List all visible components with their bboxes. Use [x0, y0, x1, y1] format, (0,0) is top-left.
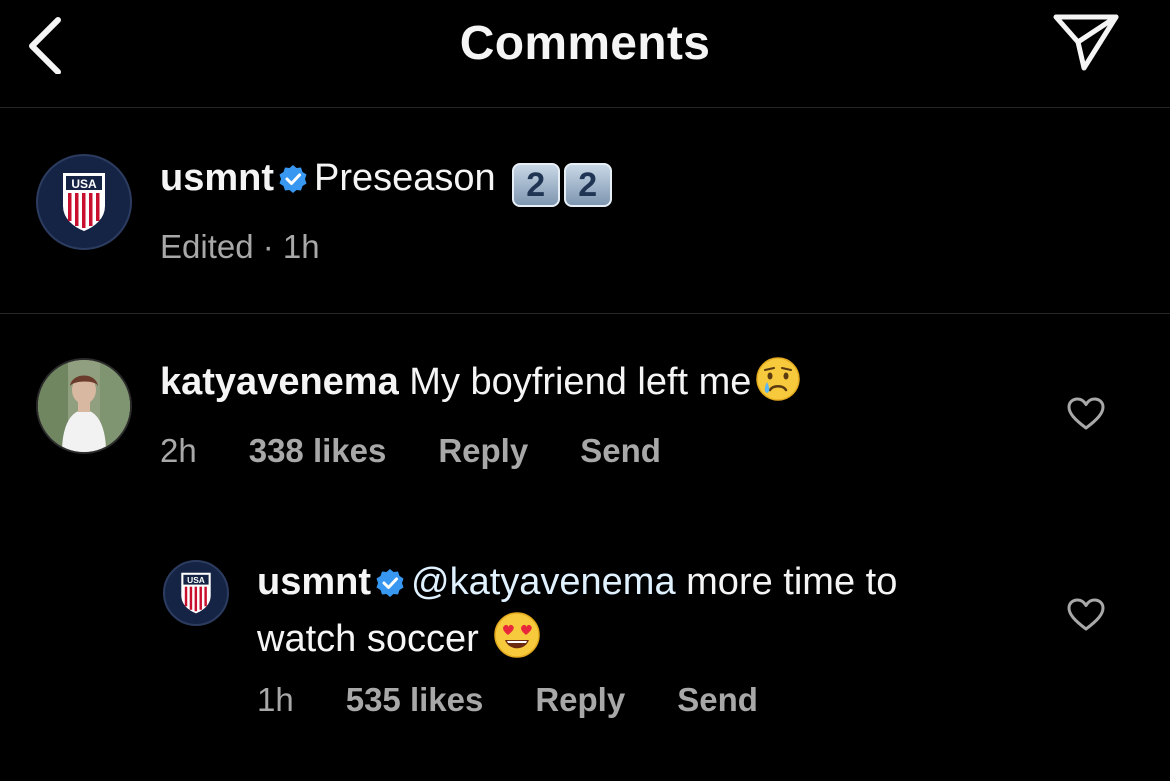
like-button[interactable]	[1066, 396, 1106, 432]
heart-icon	[1067, 598, 1105, 631]
reply-meta: 1h 535 likes Reply Send	[257, 681, 810, 719]
reply-timestamp: 1h	[257, 681, 294, 718]
share-button[interactable]	[1052, 12, 1120, 74]
reply-body-line1: more time to	[686, 561, 898, 603]
comment-text: katyavenema My boyfriend left me	[160, 356, 801, 415]
send-button[interactable]: Send	[580, 432, 661, 470]
mention-link[interactable]: @katyavenema	[411, 561, 676, 603]
avatar[interactable]: USA	[163, 560, 229, 626]
comment-body: My boyfriend left me	[409, 361, 752, 403]
comment-meta: 2h 338 likes Reply Send	[160, 432, 713, 470]
reply-button[interactable]: Reply	[438, 432, 528, 470]
usa-crest-icon: USA	[63, 173, 105, 232]
reply-text: usmnt @katyavenema more time to watch socc…	[257, 558, 1037, 672]
likes-count[interactable]: 535 likes	[346, 681, 484, 719]
caption-meta: Edited · 1h	[160, 228, 372, 266]
keycap-two-emoji: 2	[511, 163, 560, 207]
username[interactable]: usmnt	[257, 561, 371, 603]
usa-crest-icon: USA	[181, 572, 211, 614]
caption-body: Preseason	[314, 157, 496, 199]
send-button[interactable]: Send	[677, 681, 758, 719]
avatar[interactable]	[36, 358, 132, 454]
profile-photo-icon	[38, 360, 130, 452]
keycap-two-emoji: 2	[563, 163, 612, 207]
svg-text:USA: USA	[71, 177, 97, 191]
verified-badge-icon	[375, 562, 405, 611]
reply-body-line2: watch soccer	[257, 618, 479, 660]
page-title: Comments	[459, 17, 711, 70]
likes-count[interactable]: 338 likes	[249, 432, 387, 470]
crying-face-emoji	[755, 356, 801, 415]
like-button[interactable]	[1066, 597, 1106, 633]
verified-badge-icon	[278, 158, 308, 207]
avatar[interactable]: USA	[36, 154, 132, 250]
paper-plane-icon	[1053, 14, 1119, 71]
edited-timestamp: Edited · 1h	[160, 228, 320, 265]
svg-text:USA: USA	[187, 575, 205, 585]
comment-timestamp: 2h	[160, 432, 197, 469]
post-caption: USA usmnt Preseason 2 2 Edited · 1h	[0, 108, 1170, 314]
username[interactable]: usmnt	[160, 157, 274, 199]
username[interactable]: katyavenema	[160, 361, 399, 403]
caption-text: usmnt Preseason 2 2	[160, 154, 612, 207]
heart-icon	[1067, 397, 1105, 430]
reply-button[interactable]: Reply	[535, 681, 625, 719]
comments-header: Comments	[0, 0, 1170, 108]
heart-eyes-emoji	[493, 611, 541, 672]
